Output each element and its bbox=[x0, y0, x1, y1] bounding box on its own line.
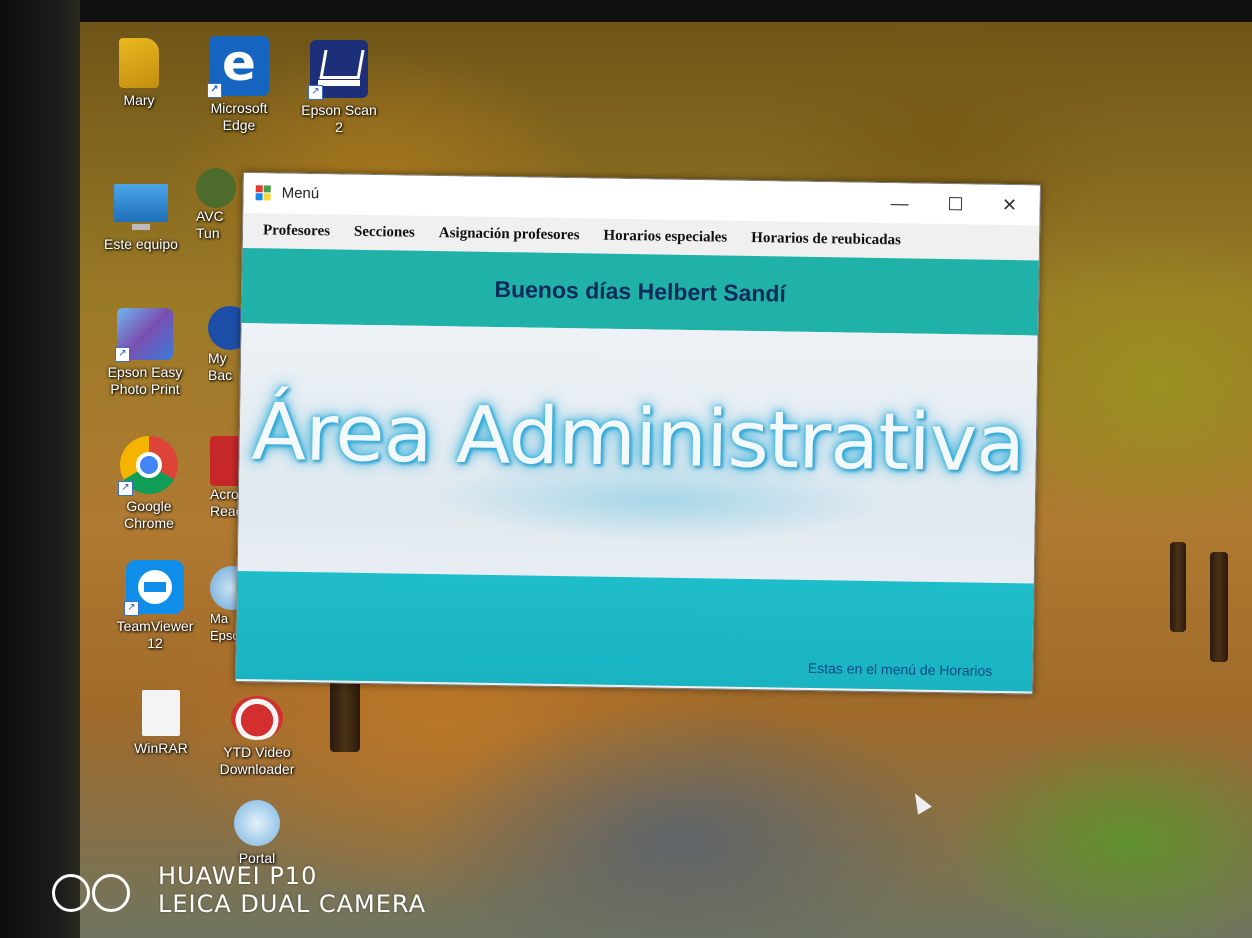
app-icon bbox=[196, 168, 236, 208]
desktop-icon-label: AVC Tun bbox=[196, 208, 224, 241]
desktop-icon-google-chrome[interactable]: ↗ Google Chrome bbox=[106, 436, 192, 532]
menu-window: Menú — ☐ ✕ Profesores Secciones Asignaci… bbox=[234, 172, 1041, 695]
globe-icon bbox=[234, 800, 280, 846]
desktop-icon-label: My Bac bbox=[208, 350, 233, 383]
menu-item-horarios-especiales[interactable]: Horarios especiales bbox=[591, 227, 739, 246]
chrome-icon: ↗ bbox=[118, 436, 178, 496]
menu-item-asignacion-profesores[interactable]: Asignación profesores bbox=[427, 225, 592, 245]
desktop-icon-label: Google Chrome bbox=[124, 498, 174, 531]
hero-title: Área Administrativa bbox=[250, 386, 1025, 490]
edge-icon: e ↗ bbox=[207, 36, 269, 98]
desktop-icon-label: TeamViewer 12 bbox=[116, 618, 194, 651]
shortcut-arrow-icon: ↗ bbox=[115, 347, 130, 362]
desktop-icon-label: WinRAR bbox=[134, 740, 188, 756]
monitor-bezel-top bbox=[0, 0, 1252, 22]
computer-icon bbox=[114, 184, 168, 230]
menu-item-secciones[interactable]: Secciones bbox=[342, 224, 427, 242]
tree-trunk bbox=[1170, 542, 1186, 632]
menu-item-horarios-de-reubicadas[interactable]: Horarios de reubicadas bbox=[739, 230, 913, 250]
desktop-icon-label: Epson Easy Photo Print bbox=[107, 364, 183, 397]
shortcut-arrow-icon: ↗ bbox=[118, 481, 133, 496]
status-label: Estas en el menú de Horarios bbox=[807, 659, 993, 679]
minimize-button[interactable]: — bbox=[879, 189, 919, 218]
greeting-banner: Buenos días Helbert Sandí bbox=[241, 248, 1039, 336]
backup-icon bbox=[208, 306, 244, 350]
watermark-text: HUAWEI P10 LEICA DUAL CAMERA bbox=[158, 862, 426, 918]
shortcut-arrow-icon: ↗ bbox=[207, 83, 222, 98]
maximize-button[interactable]: ☐ bbox=[935, 190, 975, 219]
desktop-icon-teamviewer-12[interactable]: ↗ TeamViewer 12 bbox=[112, 560, 198, 652]
menu-item-profesores[interactable]: Profesores bbox=[251, 222, 342, 240]
watermark-line-1: HUAWEI P10 bbox=[158, 862, 318, 890]
app-window-icon bbox=[255, 185, 272, 201]
teamviewer-icon: ↗ bbox=[124, 560, 184, 616]
watermark-rings-icon bbox=[52, 874, 142, 912]
status-bar: Estas en el menú de Horarios bbox=[236, 570, 1034, 692]
desktop-icon-mary[interactable]: Mary bbox=[96, 38, 182, 109]
shortcut-arrow-icon: ↗ bbox=[124, 601, 139, 616]
user-folder-icon bbox=[119, 38, 159, 88]
shortcut-arrow-icon: ↗ bbox=[308, 85, 323, 100]
desktop-icon-ytd-video-downloader[interactable]: YTD Video Downloader bbox=[214, 696, 300, 778]
desktop-icon-label: Mary bbox=[123, 92, 155, 108]
tree-trunk bbox=[1210, 552, 1228, 662]
watermark-line-2: LEICA DUAL CAMERA bbox=[158, 890, 427, 918]
desktop-icon-winrar[interactable]: WinRAR bbox=[118, 690, 204, 757]
desktop-icon-este-equipo[interactable]: Este equipo bbox=[98, 178, 184, 253]
desktop-icon-portal[interactable]: Portal bbox=[222, 800, 292, 867]
desktop-icon-my-backup[interactable]: My Bac bbox=[208, 306, 244, 384]
hero-banner: Área Administrativa bbox=[237, 322, 1038, 584]
ytd-downloader-icon bbox=[231, 696, 283, 740]
document-icon bbox=[142, 690, 180, 736]
desktop-icon-label: YTD Video Downloader bbox=[219, 744, 295, 777]
desktop-icon-label: Microsoft Edge bbox=[210, 100, 268, 133]
desktop-icon-epson-easy-photo-print[interactable]: ↗ Epson Easy Photo Print bbox=[102, 308, 188, 398]
desktop-icon-epson-scan-2[interactable]: ↗ Epson Scan 2 bbox=[296, 40, 382, 136]
window-title: Menú bbox=[281, 184, 320, 203]
close-button[interactable]: ✕ bbox=[989, 191, 1029, 220]
desktop-icon-label: Este equipo bbox=[104, 236, 178, 252]
monitor-bezel-left bbox=[0, 0, 80, 938]
scanner-icon: ↗ bbox=[308, 40, 368, 100]
desktop-icon-label: Epson Scan 2 bbox=[301, 102, 377, 135]
photo-print-icon: ↗ bbox=[115, 308, 173, 362]
desktop-icon-microsoft-edge[interactable]: e ↗ Microsoft Edge bbox=[196, 36, 282, 134]
desktop-icon-avc[interactable]: AVC Tun bbox=[196, 168, 242, 242]
greeting-text: Buenos días Helbert Sandí bbox=[494, 275, 787, 307]
